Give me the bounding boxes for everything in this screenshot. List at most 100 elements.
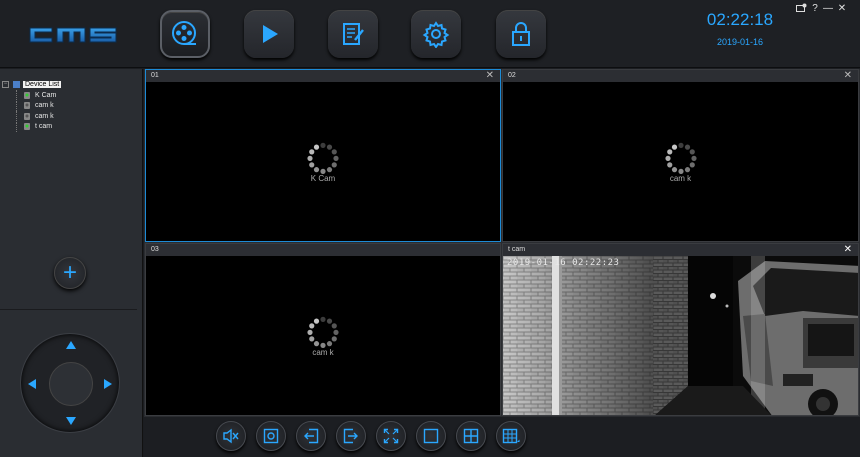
clock-time: 02:22:18 (706, 10, 774, 29)
video-pane-03[interactable]: 03 cam k (145, 243, 501, 416)
spinner-dot (320, 142, 326, 148)
spinner-dot (313, 318, 320, 324)
pane-body: cam k (146, 256, 500, 415)
ptz-right-arrow-icon[interactable] (104, 379, 112, 389)
pane-title-bar: 03 (146, 244, 500, 256)
video-pane-01[interactable]: 01 ✕ K Cam (145, 69, 501, 242)
nav-log-button[interactable] (328, 10, 378, 58)
pane-caption: K Cam (310, 173, 336, 183)
spinner-dot (326, 340, 333, 346)
pane-caption: cam k (669, 173, 692, 183)
video-grid: 01 ✕ K Cam 02 ✕ cam k 03 cam k t cam ✕ 2… (144, 69, 860, 417)
nav-live-view-button[interactable] (160, 10, 210, 58)
quad-layout-icon (463, 428, 479, 444)
spinner-dot (309, 335, 315, 341)
night-scene-image (503, 256, 858, 415)
pane-title-bar: t cam ✕ (503, 244, 858, 256)
spinner-dot (689, 148, 695, 154)
device-item-label: t cam (35, 123, 53, 131)
mute-icon (223, 428, 239, 444)
loading-spinner-icon (307, 142, 339, 174)
spinner-dot (671, 166, 677, 172)
spinner-dot (309, 322, 315, 328)
close-icon[interactable]: ✕ (836, 3, 848, 15)
single-layout-button[interactable] (416, 421, 446, 451)
device-item[interactable]: K Cam (2, 90, 61, 101)
single-layout-icon (423, 428, 439, 444)
add-device-button[interactable]: + (54, 257, 86, 289)
gear-icon (422, 21, 450, 48)
device-item-label: K Cam (35, 91, 57, 99)
export-icon (343, 428, 358, 444)
record-button[interactable] (296, 421, 326, 451)
spinner-dot (313, 166, 320, 172)
spinner-dot (309, 148, 315, 154)
fullscreen-icon (383, 428, 399, 444)
video-pane-04[interactable]: t cam ✕ 2019-01-16 02:22:23 (502, 243, 859, 416)
device-tree: − Device List K Cam cam k cam k t cam (2, 79, 62, 133)
camera-settings-icon[interactable] (795, 3, 807, 15)
spinner-dot (677, 142, 684, 148)
spinner-dot (664, 155, 671, 161)
device-item[interactable]: cam k (2, 100, 61, 112)
close-pane-icon[interactable]: ✕ (844, 244, 852, 256)
spinner-dot (331, 148, 337, 154)
plus-icon: + (62, 259, 77, 286)
camera-feed-image: 2019-01-16 02:22:23 (503, 256, 858, 415)
device-list-icon (13, 81, 20, 88)
quad-layout-button[interactable] (456, 421, 486, 451)
device-item[interactable]: t cam (2, 121, 61, 133)
ptz-up-arrow-icon[interactable] (66, 341, 76, 349)
minimize-icon[interactable]: — (822, 3, 834, 15)
top-bar: 02:22:18 2019-01-16 ? — ✕ (0, 0, 860, 68)
nav-settings-button[interactable] (411, 10, 461, 58)
spinner-dot (331, 322, 337, 328)
help-icon[interactable]: ? (809, 3, 821, 15)
ptz-left-arrow-icon[interactable] (28, 379, 36, 389)
spinner-dot (689, 161, 695, 167)
pane-title: 01 (151, 72, 159, 79)
close-pane-icon[interactable]: ✕ (486, 70, 494, 82)
snapshot-button[interactable] (256, 421, 286, 451)
spinner-dot (690, 155, 697, 161)
spinner-dot (326, 318, 333, 324)
spinner-dot (671, 144, 677, 150)
fullscreen-button[interactable] (376, 421, 406, 451)
sidebar: − Device List K Cam cam k cam k t cam + (0, 69, 143, 457)
close-pane-icon[interactable]: ✕ (844, 70, 852, 82)
pane-title: 03 (151, 246, 159, 253)
ptz-down-arrow-icon[interactable] (66, 417, 76, 425)
video-pane-02[interactable]: 02 ✕ cam k (502, 69, 859, 242)
mute-button[interactable] (216, 421, 246, 451)
spinner-dot (313, 340, 320, 346)
spinner-dot (326, 144, 333, 150)
export-button[interactable] (336, 421, 366, 451)
lock-icon (512, 22, 530, 46)
pane-caption: cam k (312, 347, 334, 357)
pane-title-bar: 01 ✕ (146, 70, 500, 82)
collapse-icon[interactable]: − (2, 81, 9, 88)
spinner-dot (326, 166, 333, 172)
nav-lock-button[interactable] (496, 10, 546, 58)
ptz-control (20, 333, 120, 433)
ptz-center-button[interactable] (49, 362, 93, 406)
clock-date: 2019-01-16 (716, 37, 764, 47)
spinner-dot (309, 161, 315, 167)
camera-offline-icon (24, 112, 30, 120)
play-icon (263, 25, 278, 43)
camera-online-icon (24, 91, 30, 99)
camera-offline-icon (24, 102, 30, 110)
spinner-dot (666, 161, 672, 167)
spinner-dot (684, 144, 690, 150)
loading-spinner-icon (664, 142, 697, 174)
pane-title: 02 (508, 72, 516, 79)
spinner-dot (666, 148, 672, 154)
device-tree-root[interactable]: − Device List (2, 79, 62, 90)
multi-layout-button[interactable] (496, 421, 526, 451)
pane-title-bar: 02 ✕ (503, 70, 858, 82)
spinner-dot (331, 335, 337, 341)
device-item[interactable]: cam k (2, 111, 61, 122)
spinner-dot (320, 316, 326, 322)
nav-playback-button[interactable] (244, 10, 294, 58)
osd-timestamp: 2019-01-16 02:22:23 (507, 258, 620, 268)
